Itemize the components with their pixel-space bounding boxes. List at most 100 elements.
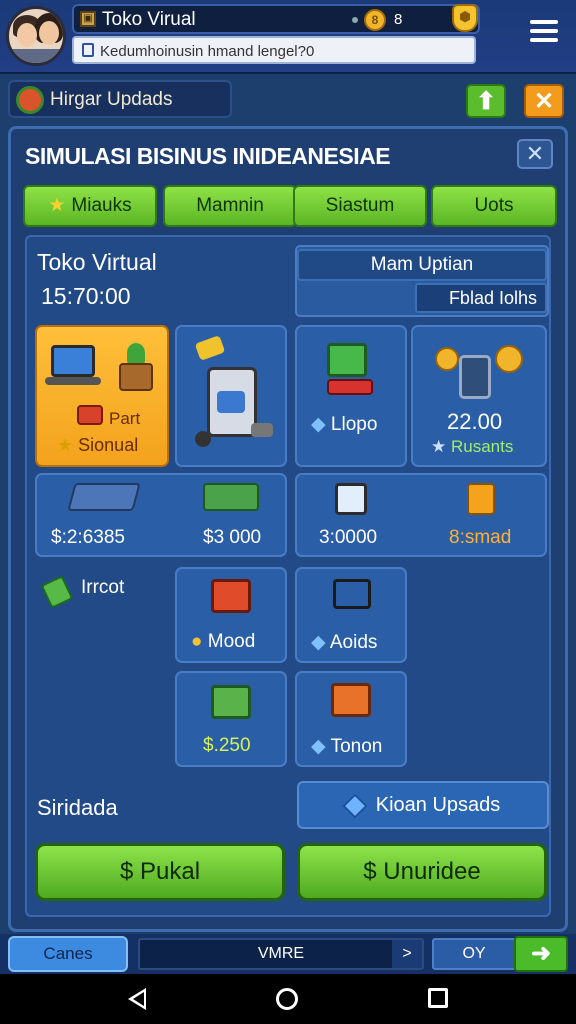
star-icon	[194, 335, 226, 361]
menu-icon[interactable]	[530, 20, 558, 44]
shop-label: ◆ Llopo	[311, 414, 378, 435]
mood-label: ● Mood	[191, 631, 256, 652]
tag-icon: ◆	[311, 414, 326, 435]
tab-label: Siastum	[325, 195, 395, 216]
shop-card[interactable]: ◆ Llopo	[295, 325, 407, 467]
price-card-2[interactable]: 3:0000 8:smad	[295, 473, 547, 557]
wheel-icon	[251, 423, 273, 437]
next-arrow-button[interactable]: ➜	[514, 936, 568, 972]
top-bar: ▣ Toko Virual 8 8 ⬢	[0, 0, 576, 74]
coins-value: 22.00	[447, 409, 503, 434]
chest-icon	[211, 579, 251, 613]
leaf-icon	[40, 575, 74, 609]
laptop-icon	[51, 345, 95, 377]
cart-icon	[327, 379, 373, 395]
price-4: 8:smad	[449, 527, 512, 548]
fruit-icon	[16, 86, 44, 114]
screen-icon	[327, 343, 367, 377]
app-title: Toko Virual	[102, 9, 196, 30]
aoids-card[interactable]: ◆ Aoids	[295, 567, 407, 663]
wheel-icon	[195, 431, 211, 447]
cart-icon	[333, 579, 371, 609]
coin-count: 8	[394, 11, 403, 28]
store-icon: ▣	[80, 11, 96, 27]
kiosk-card[interactable]	[175, 325, 287, 467]
search-bar[interactable]	[72, 36, 476, 64]
laptop-base	[45, 377, 101, 385]
bottom-label: Siridada	[37, 795, 118, 820]
buy-button[interactable]: $ Pukal	[35, 843, 285, 901]
panel-close-button[interactable]: ✕	[517, 139, 553, 169]
upgrade-label: Kioan Upsads	[375, 794, 501, 816]
recent-apps-icon[interactable]	[428, 988, 448, 1008]
avatar-body	[9, 49, 63, 63]
footer-bar: Canes VMRE > OY ➜	[0, 934, 576, 974]
tag-icon: ◆	[311, 736, 326, 757]
coins-card[interactable]: 22.00 ★ Rusants	[411, 325, 547, 467]
tab-miauks[interactable]: ★ Miauks	[23, 185, 157, 227]
tab-mamnin[interactable]: Mamnin	[163, 185, 297, 227]
ok-button[interactable]: OY	[432, 938, 516, 970]
mood-card[interactable]: ● Mood	[175, 567, 287, 663]
system-nav-bar	[0, 974, 576, 1024]
banner-text: Hirgar Updads	[50, 89, 173, 110]
tab-label: Mamnin	[196, 195, 264, 216]
coin-icon	[435, 347, 459, 371]
store-name: Toko Virtual	[37, 249, 157, 275]
price-2: $3 000	[203, 527, 262, 548]
ionon-card[interactable]: ◆ Tonon	[295, 671, 407, 767]
home-icon[interactable]	[276, 988, 298, 1010]
unlock-label: $ Unuridee	[363, 858, 481, 885]
upgrade-button[interactable]: Kioan Upsads	[297, 781, 549, 829]
aoids-label: ◆ Aoids	[311, 632, 378, 653]
basket-icon	[77, 405, 103, 425]
phone-icon	[459, 355, 491, 399]
price-3: 3:0000	[319, 527, 378, 548]
stats-label: Fblad Iolhs	[415, 283, 547, 313]
frame-icon	[335, 483, 367, 515]
gem-icon[interactable]: ⬢	[452, 4, 478, 32]
more-button[interactable]: VMRE >	[138, 938, 424, 970]
tray-icon	[67, 483, 141, 511]
main-update-label: Mam Uptian	[297, 249, 547, 281]
box-icon	[119, 363, 153, 391]
simulation-panel: SIMULASI BISINUS INIDEANESIAE ✕ ★ Miauks …	[8, 126, 568, 932]
search-input[interactable]	[100, 40, 470, 62]
rusants-label: ★ Rusants	[431, 437, 514, 456]
avatar-face	[39, 21, 59, 45]
chevron-right-icon[interactable]: >	[392, 940, 422, 968]
signal-label: ★ Sionual	[57, 435, 139, 455]
register-icon	[203, 483, 259, 511]
part-card[interactable]: Part ★ Sionual	[35, 325, 169, 467]
updates-banner[interactable]: Hirgar Updads	[8, 80, 232, 118]
cart-icon	[331, 683, 371, 717]
tab-uots[interactable]: Uots	[431, 185, 557, 227]
avatar-face	[17, 23, 37, 47]
back-icon-inner	[133, 992, 144, 1006]
panel-title: SIMULASI BISINUS INIDEANESIAE	[25, 143, 391, 169]
plant-icon	[127, 343, 145, 363]
coin-icon	[495, 345, 523, 373]
upgrade-arrow-button[interactable]: ⬆	[466, 84, 506, 118]
part-label: Part	[109, 409, 141, 428]
machine-screen	[217, 391, 245, 413]
boxes-card[interactable]: $.250	[175, 671, 287, 767]
main-update-box[interactable]: Mam Uptian Fblad Iolhs	[295, 245, 549, 317]
store-time: 15:70:00	[41, 283, 131, 309]
coin-icon: 8	[364, 9, 386, 31]
title-box: ▣ Toko Virual 8 8	[72, 4, 480, 34]
jar-icon	[467, 483, 495, 515]
unlock-button[interactable]: $ Unuridee	[297, 843, 547, 901]
star-icon: ★	[431, 437, 447, 456]
diamond-icon	[342, 792, 368, 819]
avatar[interactable]	[6, 6, 66, 66]
close-button[interactable]: ✕	[524, 84, 564, 118]
document-icon	[82, 43, 94, 57]
star-icon: ★	[57, 435, 74, 455]
tab-label: Miauks	[71, 195, 132, 216]
tab-siastum[interactable]: Siastum	[293, 185, 427, 227]
price-card-1[interactable]: $:2:6385 $3 000	[35, 473, 287, 557]
tract-label: Irrcot	[81, 577, 125, 598]
cancel-button[interactable]: Canes	[8, 936, 128, 972]
content-area: Toko Virtual 15:70:00 Mam Uptian Fblad I…	[25, 235, 551, 917]
